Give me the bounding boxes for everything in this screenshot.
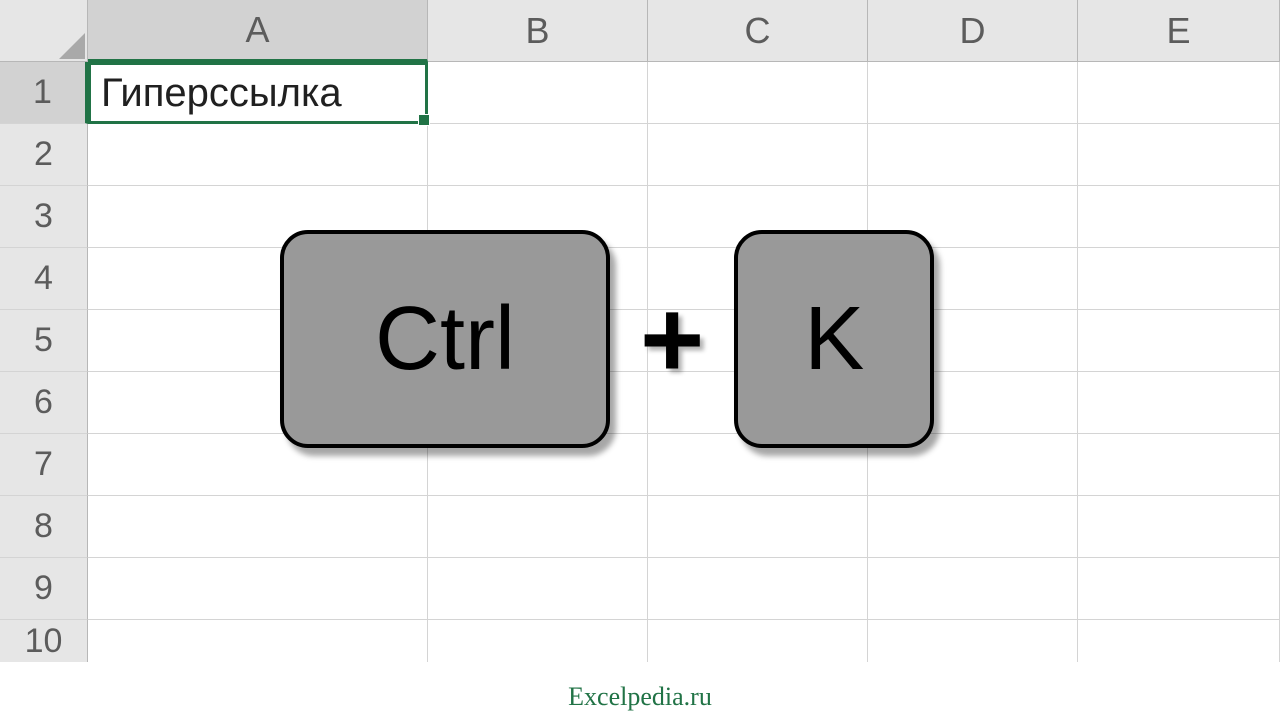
cell-a2[interactable] (88, 124, 428, 186)
row-header-4[interactable]: 4 (0, 248, 88, 310)
row-header-2[interactable]: 2 (0, 124, 88, 186)
row-header-10[interactable]: 10 (0, 620, 88, 662)
cell-b10[interactable] (428, 620, 648, 662)
column-header-b[interactable]: B (428, 0, 648, 62)
cell-e6[interactable] (1078, 372, 1280, 434)
watermark-text: Excelpedia.ru (568, 682, 712, 712)
ctrl-key-icon: Ctrl (280, 230, 610, 448)
cell-e2[interactable] (1078, 124, 1280, 186)
row-header-9[interactable]: 9 (0, 558, 88, 620)
cell-a1[interactable]: Гиперссылка (88, 62, 428, 124)
row-header-6[interactable]: 6 (0, 372, 88, 434)
cell-d1[interactable] (868, 62, 1078, 124)
cell-e4[interactable] (1078, 248, 1280, 310)
cell-d8[interactable] (868, 496, 1078, 558)
k-key-icon: K (734, 230, 934, 448)
cell-e1[interactable] (1078, 62, 1280, 124)
cell-c1[interactable] (648, 62, 868, 124)
cell-c2[interactable] (648, 124, 868, 186)
cell-b1[interactable] (428, 62, 648, 124)
cell-a9[interactable] (88, 558, 428, 620)
cell-e9[interactable] (1078, 558, 1280, 620)
cell-a10[interactable] (88, 620, 428, 662)
row-header-7[interactable]: 7 (0, 434, 88, 496)
cell-a8[interactable] (88, 496, 428, 558)
column-header-e[interactable]: E (1078, 0, 1280, 62)
cell-d2[interactable] (868, 124, 1078, 186)
cell-c10[interactable] (648, 620, 868, 662)
cell-d10[interactable] (868, 620, 1078, 662)
cell-d9[interactable] (868, 558, 1078, 620)
row-header-1[interactable]: 1 (0, 62, 88, 124)
plus-icon: + (640, 276, 704, 403)
shortcut-overlay: Ctrl + K (280, 230, 934, 448)
cell-c8[interactable] (648, 496, 868, 558)
cell-e8[interactable] (1078, 496, 1280, 558)
column-header-c[interactable]: C (648, 0, 868, 62)
cell-e7[interactable] (1078, 434, 1280, 496)
cell-c9[interactable] (648, 558, 868, 620)
cell-e5[interactable] (1078, 310, 1280, 372)
column-header-d[interactable]: D (868, 0, 1078, 62)
cell-b8[interactable] (428, 496, 648, 558)
column-header-a[interactable]: A (88, 0, 428, 62)
cell-b2[interactable] (428, 124, 648, 186)
row-header-8[interactable]: 8 (0, 496, 88, 558)
cell-b9[interactable] (428, 558, 648, 620)
cell-e3[interactable] (1078, 186, 1280, 248)
cell-e10[interactable] (1078, 620, 1280, 662)
select-all-corner[interactable] (0, 0, 88, 62)
row-header-5[interactable]: 5 (0, 310, 88, 372)
row-header-3[interactable]: 3 (0, 186, 88, 248)
